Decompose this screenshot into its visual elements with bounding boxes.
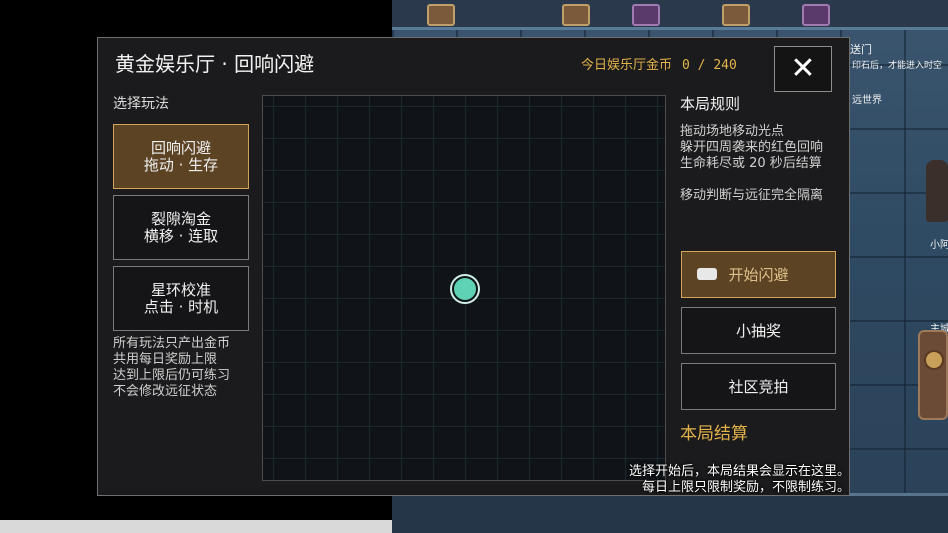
start-label: 开始闪避 [728, 266, 789, 284]
portal-hint: 印石后，才能进入时空 [852, 61, 943, 71]
mode-name: 回响闪避 [150, 138, 211, 157]
world-label: 远世界 [852, 95, 882, 106]
mode-desc: 点击 · 时机 [143, 297, 219, 316]
rules-gap [680, 172, 850, 188]
game-arena[interactable] [262, 95, 666, 481]
npc-name-label: 小阿 [930, 240, 948, 251]
coins-value: 0 / 240 [682, 58, 737, 73]
start-button[interactable]: 开始闪避 [681, 251, 836, 298]
gacha-button[interactable]: 小抽奖 [681, 307, 836, 354]
rules-text: 拖动场地移动光点 躲开四周袭来的红色回响 生命耗尽或 20 秒后结算 移动判断与… [680, 124, 850, 204]
note-line: 共用每日奖励上限 [113, 352, 218, 367]
shelf-machine [632, 4, 660, 26]
dialog-title: 黄金娱乐厅 · 回响闪避 [115, 52, 315, 76]
rule-line: 移动判断与远征完全隔离 [680, 188, 824, 203]
note-line: 所有玩法只产出金币 [113, 336, 231, 351]
gauge-icon [924, 350, 944, 370]
auction-label: 社区竞拍 [728, 378, 789, 396]
orb-core [454, 278, 476, 300]
shelf-machine [427, 4, 455, 26]
rule-line: 躲开四周袭来的红色回响 [680, 140, 824, 155]
mode-button-star-ring[interactable]: 星环校准 点击 · 时机 [113, 266, 249, 331]
note-line: 达到上限后仍可练习 [113, 368, 231, 383]
close-button[interactable]: ✕ [774, 46, 832, 92]
scene-floor [392, 493, 948, 533]
auction-button[interactable]: 社区竞拍 [681, 363, 836, 410]
mode-note: 所有玩法只产出金币 共用每日奖励上限 达到上限后仍可练习 不会修改远征状态 [113, 336, 253, 400]
result-title: 本局结算 [680, 424, 748, 444]
rule-line: 拖动场地移动光点 [680, 124, 785, 139]
bottom-strip [0, 520, 392, 533]
portal-label: 送门 [850, 43, 872, 56]
rule-line: 生命耗尽或 20 秒后结算 [680, 156, 822, 171]
result-footer: 选择开始后，本局结果会显示在这里。 每日上限只限制奖励，不限制练习。 [620, 464, 850, 496]
player-orb[interactable] [450, 274, 480, 304]
footer-line: 选择开始后，本局结果会显示在这里。 [628, 464, 850, 479]
close-icon: ✕ [790, 51, 816, 86]
mode-name: 裂隙淘金 [150, 209, 211, 228]
gacha-label: 小抽奖 [735, 322, 781, 340]
shelf-machine [722, 4, 750, 26]
gamepad-icon [697, 268, 717, 280]
shelf-machine [562, 4, 590, 26]
daily-coins: 今日娱乐厅金币 0 / 240 [581, 54, 737, 73]
top-shelf [392, 0, 948, 30]
footer-line: 每日上限只限制奖励，不限制练习。 [641, 480, 850, 495]
arcade-dialog: 黄金娱乐厅 · 回响闪避 今日娱乐厅金币 0 / 240 ✕ 选择玩法 回响闪避 … [97, 37, 850, 496]
note-line: 不会修改远征状态 [113, 384, 218, 399]
rules-title: 本局规则 [680, 95, 741, 113]
coins-label: 今日娱乐厅金币 [581, 58, 673, 73]
mode-name: 星环校准 [150, 280, 211, 299]
mode-section-label: 选择玩法 [113, 96, 169, 112]
mode-desc: 拖动 · 生存 [143, 155, 219, 174]
boiler-machine [918, 330, 948, 420]
mode-desc: 横移 · 连取 [143, 226, 219, 245]
mode-button-echo-dodge[interactable]: 回响闪避 拖动 · 生存 [113, 124, 249, 189]
shelf-machine [802, 4, 830, 26]
mode-button-rift-gold[interactable]: 裂隙淘金 横移 · 连取 [113, 195, 249, 260]
npc-character[interactable] [926, 160, 948, 222]
